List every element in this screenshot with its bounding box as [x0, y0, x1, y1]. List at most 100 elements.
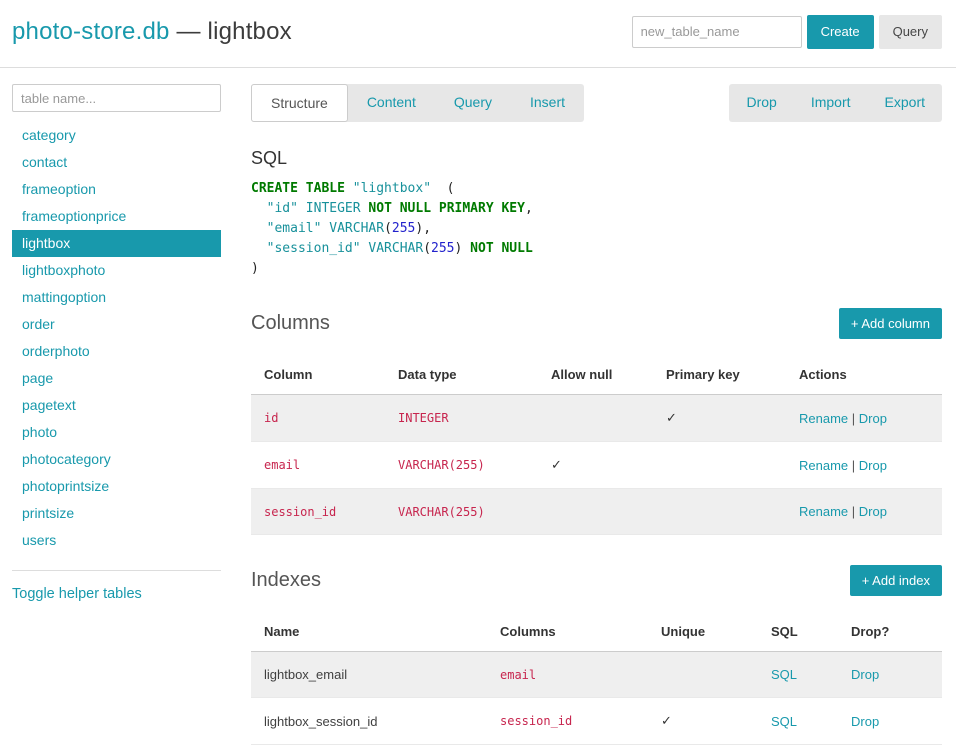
column-name: session_id [251, 489, 385, 535]
sidebar-divider [12, 570, 221, 571]
column-name: id [251, 395, 385, 442]
index-drop-cell: Drop [838, 698, 942, 745]
sidebar-item-photo[interactable]: photo [12, 419, 221, 446]
table-list: categorycontactframeoptionframeoptionpri… [12, 122, 221, 554]
index-row-lightbox_email: lightbox_emailemail SQL Drop [251, 652, 942, 698]
primary-key-check [653, 442, 786, 489]
table-filter-input[interactable] [12, 84, 221, 112]
sidebar-item-orderphoto[interactable]: orderphoto [12, 338, 221, 365]
columns-table: ColumnData typeAllow nullPrimary keyActi… [251, 355, 942, 535]
sidebar-item-lightbox[interactable]: lightbox [12, 230, 221, 257]
sidebar-item-users[interactable]: users [12, 527, 221, 554]
indexes-heading: Indexes [251, 569, 321, 592]
tab-group: StructureContentQueryInsert [251, 84, 584, 122]
index-sql-cell: SQL [758, 698, 838, 745]
columns-section-head: Columns + Add column [251, 308, 942, 339]
export-table-button[interactable]: Export [868, 84, 942, 122]
index-sql-link[interactable]: SQL [771, 714, 797, 729]
sidebar-item-frameoptionprice[interactable]: frameoptionprice [12, 203, 221, 230]
rename-column-link[interactable]: Rename [799, 458, 848, 473]
tab-content[interactable]: Content [348, 84, 435, 122]
toggle-helper-tables-link[interactable]: Toggle helper tables [12, 586, 142, 602]
index-drop-cell: Drop [838, 652, 942, 698]
sidebar-item-frameoption[interactable]: frameoption [12, 176, 221, 203]
drop-column-link[interactable]: Drop [859, 458, 887, 473]
query-button[interactable]: Query [879, 15, 942, 49]
layout: categorycontactframeoptionframeoptionpri… [0, 68, 956, 745]
columns-header-primary-key: Primary key [653, 355, 786, 395]
action-separator: | [848, 411, 859, 426]
drop-column-link[interactable]: Drop [859, 504, 887, 519]
drop-column-link[interactable]: Drop [859, 411, 887, 426]
sidebar-item-photoprintsize[interactable]: photoprintsize [12, 473, 221, 500]
indexes-section-head: Indexes + Add index [251, 565, 942, 596]
column-row-id: idINTEGER✓Rename | Drop [251, 395, 942, 442]
sidebar-item-page[interactable]: page [12, 365, 221, 392]
columns-section: Columns + Add column ColumnData typeAllo… [251, 308, 942, 535]
sidebar-item-category[interactable]: category [12, 122, 221, 149]
rename-column-link[interactable]: Rename [799, 411, 848, 426]
title-table-name: lightbox [208, 18, 292, 45]
index-name: lightbox_email [251, 652, 487, 698]
column-actions: Rename | Drop [786, 489, 942, 535]
index-columns: email [487, 652, 648, 698]
sql-heading: SQL [251, 148, 942, 169]
columns-header-allow-null: Allow null [538, 355, 653, 395]
create-table-button[interactable]: Create [807, 15, 874, 49]
page-title: photo-store.db — lightbox [12, 18, 292, 46]
allow-null-check: ✓ [538, 442, 653, 489]
tab-query[interactable]: Query [435, 84, 511, 122]
index-sql-link[interactable]: SQL [771, 667, 797, 682]
index-name: lightbox_session_id [251, 698, 487, 745]
drop-index-link[interactable]: Drop [851, 667, 879, 682]
tab-insert[interactable]: Insert [511, 84, 584, 122]
header-actions: Create Query [632, 15, 942, 49]
column-data-type: VARCHAR(255) [385, 442, 538, 489]
drop-table-button[interactable]: Drop [729, 84, 793, 122]
allow-null-check [538, 489, 653, 535]
column-actions: Rename | Drop [786, 395, 942, 442]
indexes-table-header-row: NameColumnsUniqueSQLDrop? [251, 612, 942, 652]
columns-table-header-row: ColumnData typeAllow nullPrimary keyActi… [251, 355, 942, 395]
title-separator: — [176, 18, 200, 45]
column-row-session_id: session_idVARCHAR(255)Rename | Drop [251, 489, 942, 535]
column-name: email [251, 442, 385, 489]
header: photo-store.db — lightbox Create Query [0, 0, 956, 68]
table-action-group: DropImportExport [729, 84, 942, 122]
sql-code: CREATE TABLE "lightbox" ( "id" INTEGER N… [251, 179, 942, 278]
columns-header-column: Column [251, 355, 385, 395]
primary-key-check [653, 489, 786, 535]
sidebar-item-order[interactable]: order [12, 311, 221, 338]
indexes-section: Indexes + Add index NameColumnsUniqueSQL… [251, 565, 942, 745]
indexes-header-drop: Drop? [838, 612, 942, 652]
index-columns: session_id [487, 698, 648, 745]
primary-key-check: ✓ [653, 395, 786, 442]
action-separator: | [848, 458, 859, 473]
tab-structure[interactable]: Structure [251, 84, 348, 122]
sidebar-item-lightboxphoto[interactable]: lightboxphoto [12, 257, 221, 284]
column-actions: Rename | Drop [786, 442, 942, 489]
main-content: StructureContentQueryInsert DropImportEx… [251, 84, 942, 745]
add-index-button[interactable]: + Add index [850, 565, 942, 596]
unique-check: ✓ [648, 698, 758, 745]
indexes-header-columns: Columns [487, 612, 648, 652]
sidebar: categorycontactframeoptionframeoptionpri… [12, 84, 221, 603]
index-row-lightbox_session_id: lightbox_session_idsession_id✓ SQL Drop [251, 698, 942, 745]
column-data-type: INTEGER [385, 395, 538, 442]
new-table-input[interactable] [632, 16, 802, 48]
db-name[interactable]: photo-store.db [12, 18, 170, 45]
drop-index-link[interactable]: Drop [851, 714, 879, 729]
columns-header-data-type: Data type [385, 355, 538, 395]
indexes-header-unique: Unique [648, 612, 758, 652]
sidebar-item-printsize[interactable]: printsize [12, 500, 221, 527]
add-column-button[interactable]: + Add column [839, 308, 942, 339]
unique-check [648, 652, 758, 698]
allow-null-check [538, 395, 653, 442]
import-table-button[interactable]: Import [794, 84, 868, 122]
sidebar-item-pagetext[interactable]: pagetext [12, 392, 221, 419]
sidebar-item-photocategory[interactable]: photocategory [12, 446, 221, 473]
column-row-email: emailVARCHAR(255)✓ Rename | Drop [251, 442, 942, 489]
sidebar-item-mattingoption[interactable]: mattingoption [12, 284, 221, 311]
sidebar-item-contact[interactable]: contact [12, 149, 221, 176]
rename-column-link[interactable]: Rename [799, 504, 848, 519]
